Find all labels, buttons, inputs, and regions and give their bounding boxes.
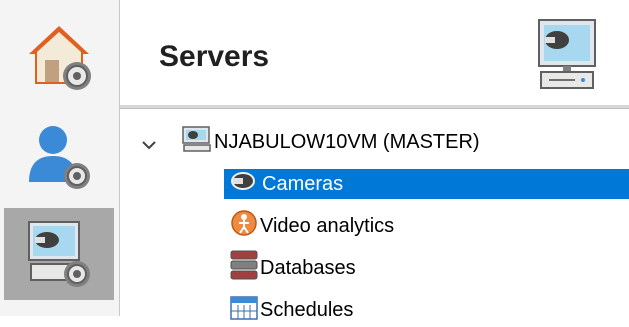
tree-item-label: Schedules [260, 298, 354, 321]
tree-item-label: Video analytics [260, 214, 395, 237]
chevron-down-icon[interactable] [142, 137, 156, 155]
server-tree[interactable]: NJABULOW10VM (MASTER) Cameras Video anal… [120, 109, 629, 321]
database-icon [230, 250, 258, 286]
tree-item-label: Databases [260, 256, 356, 279]
tree-item-label: Cameras [262, 172, 344, 195]
page-title: Servers [159, 40, 270, 73]
server-gear-icon [23, 218, 95, 290]
sidebar [0, 0, 120, 316]
tree-item-cameras[interactable]: Cameras [224, 169, 629, 199]
home-gear-icon [23, 22, 95, 94]
tree-root-server[interactable]: NJABULOW10VM (MASTER) [182, 126, 602, 158]
user-gear-icon [23, 120, 95, 192]
server-monitor-icon [535, 18, 605, 97]
tree-root-label: NJABULOW10VM (MASTER) [214, 130, 480, 153]
video-analytics-icon [230, 209, 258, 243]
server-icon [182, 126, 212, 158]
page-header: Servers [120, 0, 629, 105]
sidebar-item-home-settings[interactable] [4, 12, 114, 104]
tree-item-schedules[interactable]: Schedules [224, 295, 624, 325]
schedule-icon [230, 293, 258, 327]
tree-item-video-analytics[interactable]: Video analytics [224, 209, 624, 243]
camera-icon [230, 170, 258, 198]
sidebar-item-user-settings[interactable] [4, 110, 114, 202]
sidebar-item-server-settings[interactable] [4, 208, 114, 300]
tree-item-databases[interactable]: Databases [224, 250, 624, 286]
